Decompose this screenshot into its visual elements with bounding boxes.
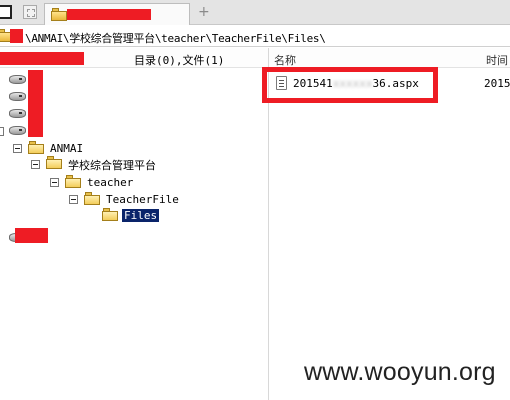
directory-summary: 目录(0),文件(1) xyxy=(134,54,225,67)
redaction-mark xyxy=(67,9,151,20)
address-path[interactable]: \ANMAI\学校综合管理平台\teacher\TeacherFile\File… xyxy=(25,30,326,46)
highlight-box xyxy=(262,67,438,103)
tree-node-label-selected: Files xyxy=(122,209,160,222)
screenshot-tool-icon[interactable] xyxy=(23,5,37,19)
drive-icon[interactable] xyxy=(9,124,26,135)
folder-icon xyxy=(51,8,67,21)
add-tab-icon[interactable]: + xyxy=(198,4,210,20)
folder-open-icon xyxy=(102,208,118,221)
tab-bar: + xyxy=(0,0,510,25)
drive-icon[interactable] xyxy=(9,73,26,84)
redaction-mark xyxy=(15,228,48,243)
column-name-header[interactable]: 名称 xyxy=(274,52,296,68)
folder-open-icon xyxy=(84,192,100,205)
drive-icon[interactable] xyxy=(9,107,26,118)
column-header: 目录(0),文件(1) 名称 时间 xyxy=(0,48,510,68)
redaction-mark xyxy=(10,29,23,43)
file-time: 2015- xyxy=(484,77,510,90)
folder-tree: ANMAI 学校综合管理平台 teacher TeacherFile Files xyxy=(0,68,268,400)
window-icon[interactable] xyxy=(0,5,12,19)
tree-node-label: 学校综合管理平台 xyxy=(68,159,156,172)
collapse-icon[interactable] xyxy=(50,178,59,187)
folder-open-icon xyxy=(28,141,44,154)
tree-node-label: ANMAI xyxy=(50,142,84,155)
collapse-icon[interactable] xyxy=(13,144,22,153)
watermark: www.wooyun.org xyxy=(304,358,496,386)
collapse-icon[interactable] xyxy=(0,127,4,136)
collapse-icon[interactable] xyxy=(31,160,40,169)
tree-node-label: TeacherFile xyxy=(106,193,179,206)
redaction-mark xyxy=(28,70,43,137)
address-bar[interactable]: \ANMAI\学校综合管理平台\teacher\TeacherFile\File… xyxy=(0,26,510,47)
redaction-mark xyxy=(0,52,84,65)
tree-node-label: teacher xyxy=(87,176,134,189)
column-time-header[interactable]: 时间 xyxy=(486,52,508,68)
folder-open-icon xyxy=(65,175,81,188)
collapse-icon[interactable] xyxy=(69,195,78,204)
drive-icon[interactable] xyxy=(9,90,26,101)
tab-current[interactable] xyxy=(44,3,190,25)
folder-open-icon xyxy=(46,156,62,169)
